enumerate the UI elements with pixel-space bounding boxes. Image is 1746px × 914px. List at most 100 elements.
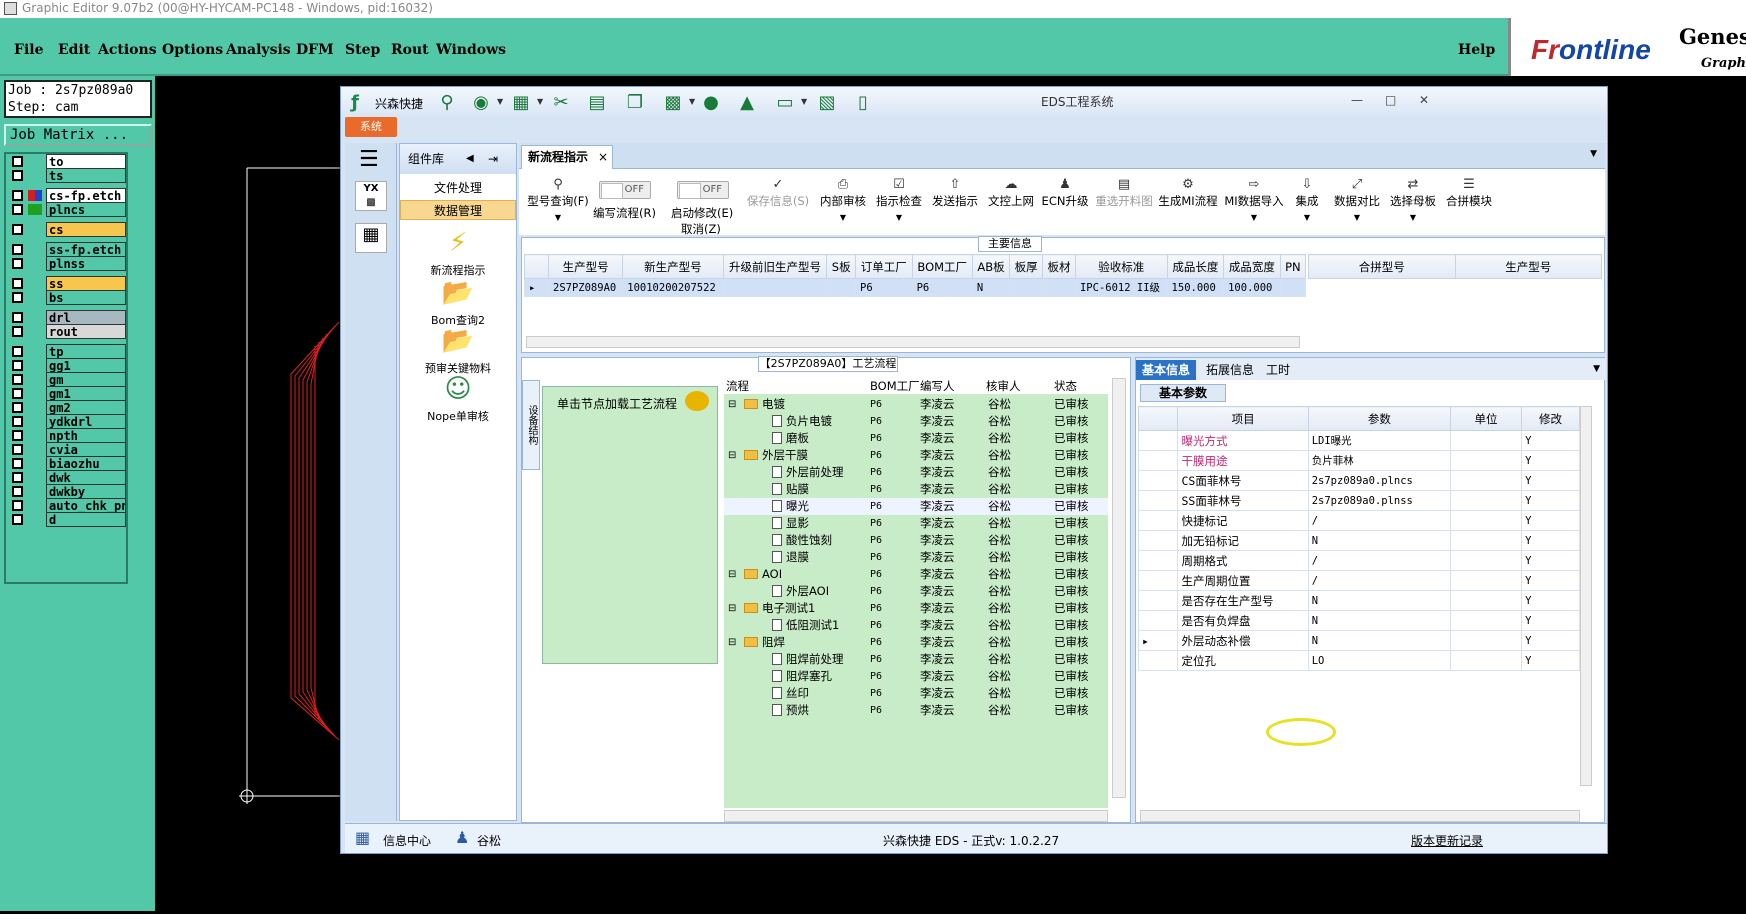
chevron-down-icon[interactable]: ▼ <box>801 97 807 106</box>
horizontal-scrollbar[interactable] <box>724 810 1108 822</box>
layer-row[interactable]: ss-fp.etch <box>8 242 126 257</box>
menu-dfm[interactable]: DFM <box>296 42 334 58</box>
layer-row[interactable]: to <box>8 154 126 169</box>
col-header[interactable]: 升级前旧生产型号 <box>722 254 828 279</box>
grid-icon[interactable]: ▩ <box>663 93 683 113</box>
col-header[interactable]: 成品长度 <box>1166 254 1225 279</box>
book-icon[interactable]: ▯ <box>853 93 873 113</box>
tree-row[interactable]: 酸性蚀刻 P6 李凌云 谷松 已审核 <box>724 532 1108 549</box>
integrate-button[interactable]: ⇩ 集成 ▼ <box>1287 177 1327 223</box>
film-icon[interactable]: ▤ <box>587 93 607 113</box>
layer-checkbox[interactable] <box>12 170 23 181</box>
process-tree[interactable]: 电镀 ⊟ P6 李凌云 谷松 已审核 负片电镀 P6 李凌云 谷松 已审核 磨板 P6 李凌云 谷松 已审核外… <box>724 378 1108 808</box>
menu-analysis[interactable]: Analysis <box>226 42 291 58</box>
layer-row[interactable]: d <box>8 512 126 527</box>
close-icon[interactable]: ✕ <box>1419 93 1429 107</box>
lifebuoy-icon[interactable]: ◉ <box>471 93 491 113</box>
write-process-toggle[interactable]: OFF <box>599 181 651 199</box>
layer-name[interactable]: d <box>46 512 126 527</box>
param-row[interactable]: 周期格式 / Y <box>1137 550 1580 571</box>
start-modify-toggle[interactable]: OFF <box>677 181 729 199</box>
menu-help[interactable]: Help <box>1458 42 1495 58</box>
layer-name[interactable]: gm <box>46 372 126 387</box>
chevron-down-icon[interactable]: ▼ <box>537 97 543 106</box>
col-header[interactable]: PN <box>1279 254 1307 279</box>
vertical-scrollbar[interactable] <box>1580 406 1592 786</box>
chevron-down-icon[interactable]: ▼ <box>1590 149 1597 159</box>
chevron-down-icon[interactable]: ▼ <box>1593 364 1600 374</box>
close-icon[interactable]: × <box>598 146 608 168</box>
param-cell[interactable]: N <box>1307 530 1452 551</box>
tree-row[interactable]: 阻焊塞孔 P6 李凌云 谷松 已审核 <box>724 668 1108 685</box>
param-cell[interactable]: N <box>1307 590 1452 611</box>
param-cell[interactable]: 负片菲林 <box>1307 450 1452 471</box>
param-cell[interactable]: N <box>1307 630 1452 651</box>
layer-row[interactable]: biaozhu <box>8 456 126 471</box>
reselect-cutting-button[interactable]: ▤ 重选开料图 <box>1093 177 1155 209</box>
param-row[interactable]: 快捷标记 / Y <box>1137 510 1580 531</box>
layer-name[interactable]: bs <box>46 290 126 305</box>
layer-name[interactable]: dwkby <box>46 484 126 499</box>
folder-icon[interactable]: 📂 <box>400 326 516 356</box>
col-header[interactable]: AB板 <box>971 254 1011 279</box>
param-cell[interactable]: / <box>1307 570 1452 591</box>
layer-checkbox[interactable] <box>12 312 23 323</box>
chevron-down-icon[interactable]: ▼ <box>689 97 695 106</box>
user-icon[interactable]: ● <box>701 93 721 113</box>
layer-row[interactable]: plnss <box>8 256 126 271</box>
model-query-button[interactable]: ⚲ 型号查询(F) ▼ <box>523 177 593 223</box>
menu-rout[interactable]: Rout <box>391 42 429 58</box>
menu-icon[interactable]: ☰ <box>359 147 379 172</box>
menu-windows[interactable]: Windows <box>436 42 506 58</box>
layer-checkbox[interactable] <box>12 346 23 357</box>
param-row[interactable]: 是否有负焊盘 N Y <box>1137 610 1580 631</box>
generate-mi-button[interactable]: ⚙ 生成MI流程 <box>1157 177 1219 209</box>
tab-basic-info[interactable]: 基本信息 <box>1136 360 1197 380</box>
layer-checkbox[interactable] <box>12 458 23 469</box>
system-tab[interactable]: 系统 <box>345 117 397 137</box>
layer-row[interactable]: rout <box>8 324 126 339</box>
tree-row[interactable]: 退膜 P6 李凌云 谷松 已审核 <box>724 549 1108 566</box>
layer-name[interactable]: biaozhu <box>46 456 126 471</box>
instruction-check-button[interactable]: ☑ 指示检查 ▼ <box>873 177 925 223</box>
param-row[interactable]: ▸ 外层动态补偿 N Y <box>1137 630 1580 651</box>
layer-name[interactable]: drl <box>46 310 126 325</box>
layer-name[interactable]: rout <box>46 324 126 339</box>
collapse-icon[interactable]: ⊟ <box>728 634 736 651</box>
data-compare-button[interactable]: ⤢ 数据对比 ▼ <box>1331 177 1383 223</box>
layer-row[interactable]: gm1 <box>8 386 126 401</box>
col-header[interactable]: 生产型号 <box>1454 254 1602 279</box>
layer-checkbox[interactable] <box>12 374 23 385</box>
info-center-link[interactable]: 信息中心 <box>383 832 431 849</box>
job-matrix-button[interactable]: Job Matrix ... <box>4 124 152 146</box>
param-cell[interactable]: LO <box>1307 650 1452 671</box>
layer-checkbox[interactable] <box>12 444 23 455</box>
param-cell[interactable]: LDI曝光 <box>1307 430 1452 451</box>
layer-name[interactable]: gg1 <box>46 358 126 373</box>
search-icon[interactable]: ⚲ <box>437 93 457 113</box>
tree-row[interactable]: 贴膜 P6 李凌云 谷松 已审核 <box>724 481 1108 498</box>
save-info-button[interactable]: ✓ 保存信息(S) <box>745 177 811 209</box>
layer-checkbox[interactable] <box>12 486 23 497</box>
layer-row[interactable]: tp <box>8 344 126 359</box>
param-row[interactable]: 曝光方式 LDI曝光 Y <box>1137 430 1580 451</box>
param-cell[interactable]: / <box>1307 510 1452 531</box>
layer-checkbox[interactable] <box>12 514 23 525</box>
layer-name[interactable]: plncs <box>46 202 126 217</box>
param-row[interactable]: 干膜用途 负片菲林 Y <box>1137 450 1580 471</box>
layer-checkbox[interactable] <box>12 360 23 371</box>
layer-row[interactable]: drl <box>8 310 126 325</box>
layer-checkbox[interactable] <box>12 430 23 441</box>
layer-name[interactable]: tp <box>46 344 126 359</box>
layer-name[interactable]: dwk <box>46 470 126 485</box>
minimize-icon[interactable]: — <box>1351 93 1363 107</box>
param-row[interactable]: CS面菲林号 2s7pz089a0.plncs Y <box>1137 470 1580 491</box>
maximize-icon[interactable]: □ <box>1385 93 1396 107</box>
tree-row[interactable]: 磨板 P6 李凌云 谷松 已审核 <box>724 430 1108 447</box>
layer-name[interactable]: to <box>46 154 126 169</box>
mi-import-button[interactable]: ⇨ MI数据导入 ▼ <box>1223 177 1285 223</box>
tree-row[interactable]: AOI ⊟ P6 李凌云 谷松 已审核 <box>724 566 1108 583</box>
layer-checkbox[interactable] <box>12 326 23 337</box>
layer-checkbox[interactable] <box>12 244 23 255</box>
layer-row[interactable]: gm <box>8 372 126 387</box>
